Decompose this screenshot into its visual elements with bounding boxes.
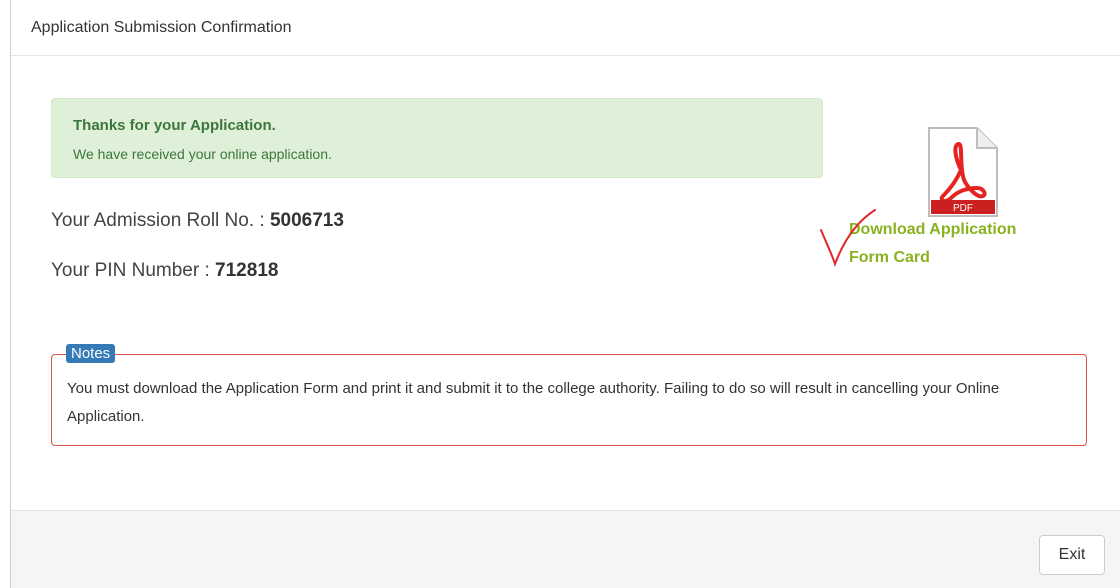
notes-text: You must download the Application Form a… [67,380,1000,425]
modal-body: Thanks for your Application. We have rec… [11,56,1120,510]
pin-value: 712818 [215,260,279,281]
modal-title: Application Submission Confirmation [31,19,292,36]
alert-title: Thanks for your Application. [73,117,276,134]
pdf-badge-label: PDF [953,203,973,214]
notes-panel: Notes You must download the Application … [51,344,1087,446]
admission-roll-line: Your Admission Roll No. : 5006713 [51,210,344,232]
pin-label: Your PIN Number : [51,260,216,281]
success-alert: Thanks for your Application. We have rec… [51,98,823,178]
exit-button[interactable]: Exit [1039,535,1105,575]
alert-text: We have received your online application… [73,146,332,162]
pin-line: Your PIN Number : 712818 [51,260,278,282]
modal-footer: Exit [11,510,1120,588]
download-application-link[interactable]: Download Application Form Card [849,216,1049,272]
roll-label: Your Admission Roll No. : [51,210,270,231]
modal-header: Application Submission Confirmation [11,0,1120,56]
download-link-line1: Download Application [849,221,1017,238]
confirmation-modal: Application Submission Confirmation Than… [10,0,1120,588]
pdf-icon[interactable]: PDF [925,126,999,218]
checkmark-annotation-icon [820,209,876,267]
download-link-line2: Form Card [849,249,930,266]
notes-label: Notes [66,344,116,363]
roll-value: 5006713 [269,210,344,231]
